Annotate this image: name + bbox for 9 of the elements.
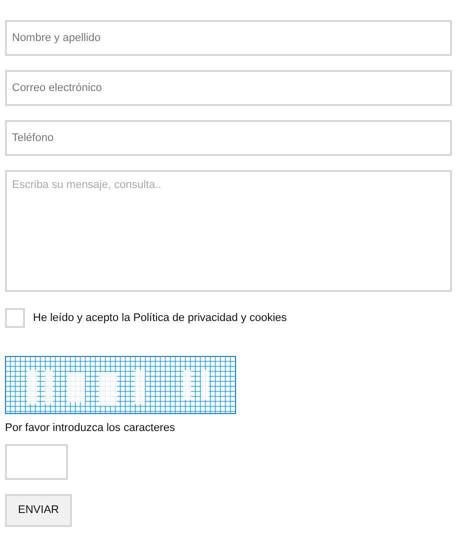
message-field[interactable]: Escriba su mensaje, consulta.. [5, 170, 452, 292]
consent-label: He leído y acepto la Política de privacidad y cookies [33, 310, 287, 326]
captcha-field[interactable] [5, 444, 68, 480]
text-field[interactable]: Nombre y apellido [5, 20, 452, 56]
text-field[interactable]: Correo electrónico [5, 70, 452, 106]
text-field[interactable]: Teléfono [5, 120, 452, 156]
captcha-caption: Por favor introduzca los caracteres [5, 421, 176, 436]
submit-button[interactable]: ENVIAR [5, 494, 72, 526]
checkbox[interactable] [5, 308, 25, 328]
